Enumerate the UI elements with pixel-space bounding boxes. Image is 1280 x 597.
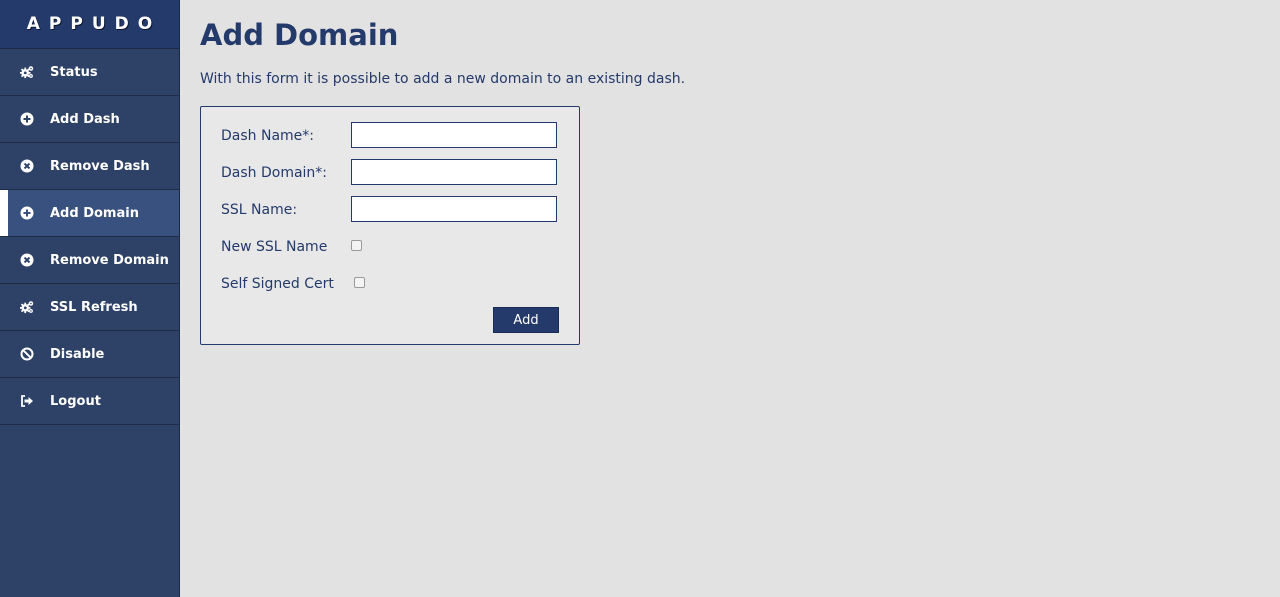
add-domain-form: Dash Name*: Dash Domain*: SSL Name: New …: [200, 106, 580, 345]
sidebar-item-label: Status: [50, 64, 98, 80]
sidebar-item-logout[interactable]: Logout: [0, 378, 179, 425]
sidebar-item-disable[interactable]: Disable: [0, 331, 179, 378]
sidebar-item-add-dash[interactable]: Add Dash: [0, 96, 179, 143]
brand-name: APPUDO: [26, 14, 162, 34]
cogs-icon: [20, 301, 34, 314]
sidebar-item-remove-dash[interactable]: Remove Dash: [0, 143, 179, 190]
sidebar-item-label: Disable: [50, 346, 105, 362]
new-ssl-name-checkbox[interactable]: [351, 240, 362, 251]
self-signed-cert-checkbox[interactable]: [354, 277, 365, 288]
brand-logo[interactable]: APPUDO: [0, 0, 179, 49]
sidebar: APPUDO Status Add Dash Remove Dash Add D…: [0, 0, 180, 597]
sidebar-item-label: SSL Refresh: [50, 299, 138, 315]
sidebar-item-label: Add Domain: [50, 205, 139, 221]
add-button[interactable]: Add: [493, 307, 559, 333]
plus-circle-icon: [20, 206, 34, 220]
sidebar-item-label: Remove Domain: [50, 252, 169, 268]
sidebar-item-label: Add Dash: [50, 111, 120, 127]
page-description: With this form it is possible to add a n…: [200, 71, 686, 87]
dash-domain-field[interactable]: [351, 159, 557, 185]
times-circle-icon: [20, 253, 34, 267]
dash-name-field[interactable]: [351, 122, 557, 148]
times-circle-icon: [20, 159, 34, 173]
ssl-name-field[interactable]: [351, 196, 557, 222]
self-signed-cert-label: Self Signed Cert: [221, 276, 334, 292]
sidebar-item-remove-domain[interactable]: Remove Domain: [0, 237, 179, 284]
page-title: Add Domain: [200, 18, 399, 52]
sidebar-item-label: Logout: [50, 393, 101, 409]
sidebar-item-add-domain[interactable]: Add Domain: [0, 190, 179, 237]
cogs-icon: [20, 66, 34, 79]
sidebar-item-ssl-refresh[interactable]: SSL Refresh: [0, 284, 179, 331]
sidebar-item-label: Remove Dash: [50, 158, 150, 174]
sidebar-item-status[interactable]: Status: [0, 49, 179, 96]
sign-out-icon: [21, 395, 33, 407]
ban-icon: [20, 347, 34, 361]
dash-domain-label: Dash Domain*:: [221, 165, 328, 181]
plus-circle-icon: [20, 112, 34, 126]
dash-name-label: Dash Name*:: [221, 128, 314, 144]
ssl-name-label: SSL Name:: [221, 202, 298, 218]
new-ssl-name-label: New SSL Name: [221, 239, 328, 255]
